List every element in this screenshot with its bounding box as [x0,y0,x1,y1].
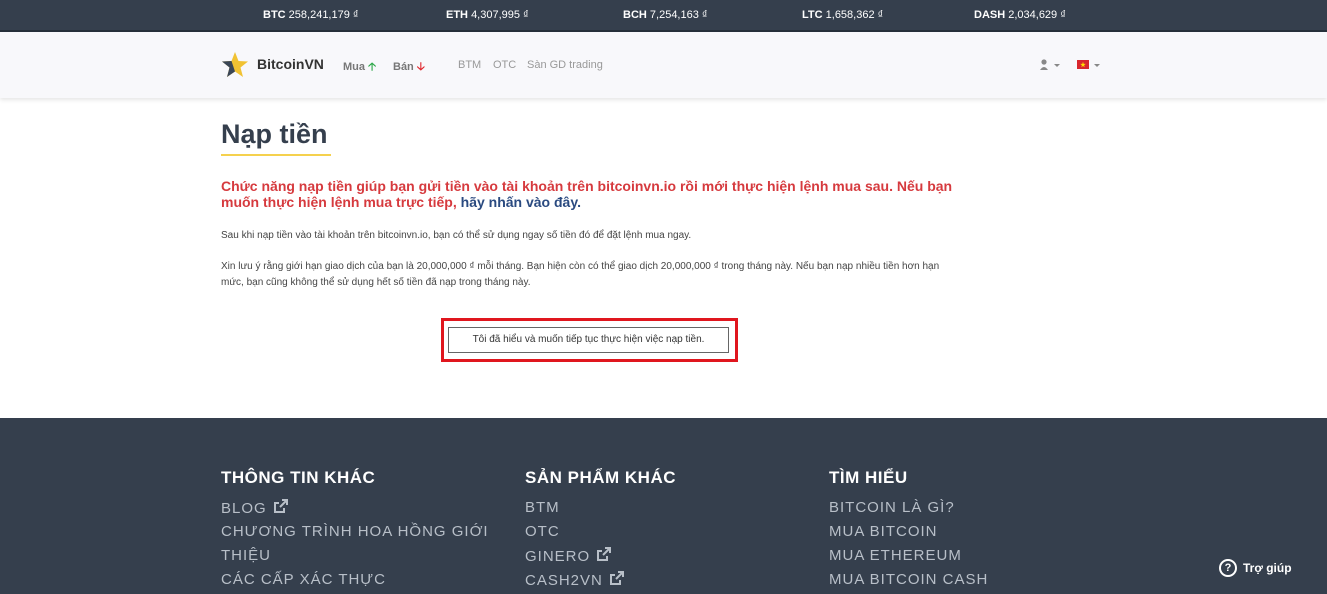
external-link-icon [609,571,624,585]
external-link-icon [273,499,288,513]
intro-notice: Chức năng nạp tiền giúp bạn gửi tiền vào… [221,178,953,210]
footer-link-cash2vn[interactable]: CASH2VN [525,571,624,589]
confirm-deposit-button[interactable]: Tôi đã hiểu và muốn tiếp tục thực hiện v… [448,327,729,353]
deposit-info-text: Sau khi nạp tiền vào tài khoản trên bitc… [221,230,692,241]
footer [0,418,1327,594]
footer-link-commission[interactable]: CHƯƠNG TRÌNH HOA HỒNG GIỚI [221,523,489,540]
ticker-bch: BCH 7,254,163 ₫ [623,9,708,21]
ticker-ltc: LTC 1,658,362 ₫ [802,9,884,21]
footer-link-otc[interactable]: OTC [525,523,560,540]
question-icon: ? [1219,559,1237,577]
arrow-down-icon: 🡣 [416,61,425,73]
user-menu-icon[interactable] [1040,58,1062,72]
nav-btm[interactable]: BTM [458,59,481,71]
price-ticker: BTC 258,241,179 ₫ ETH 4,307,995 ₫ BCH 7,… [0,0,1327,32]
arrow-up-icon: 🡡 [368,61,376,73]
footer-col2-title: SẢN PHẨM KHÁC [525,468,676,487]
ticker-eth: ETH 4,307,995 ₫ [446,9,529,21]
navbar: BitcoinVN Mua 🡡 Bán 🡣 BTM OTC Sàn GD tra… [0,32,1327,98]
external-link-icon [597,547,612,561]
footer-link-verification[interactable]: CÁC CẤP XÁC THỰC [221,571,386,588]
title-underline [221,154,331,156]
footer-link-buy-bitcoin-cash[interactable]: MUA BITCOIN CASH [829,571,988,588]
brand-name[interactable]: BitcoinVN [257,56,324,72]
footer-link-buy-ethereum[interactable]: MUA ETHEREUM [829,547,962,564]
nav-otc[interactable]: OTC [493,59,516,71]
footer-link-blog[interactable]: BLOG [221,499,288,517]
direct-buy-link[interactable]: hãy nhấn vào đây [461,194,577,210]
help-button[interactable]: ? Trợ giúp [1219,558,1292,578]
footer-col3-title: TÌM HIỂU [829,468,908,487]
footer-link-ginero[interactable]: GINERO [525,547,612,565]
nav-sell[interactable]: Bán 🡣 [393,58,425,77]
ticker-btc: BTC 258,241,179 ₫ [263,9,359,21]
nav-trading[interactable]: Sàn GD trading [527,59,603,71]
page-title: Nạp tiền [221,119,328,149]
footer-col1-title: THÔNG TIN KHÁC [221,468,376,487]
footer-link-what-is-bitcoin[interactable]: BITCOIN LÀ GÌ? [829,499,955,516]
ticker-dash: DASH 2,034,629 ₫ [974,9,1066,21]
limit-info-text: Xin lưu ý rằng giới hạn giao dịch của bạ… [221,261,940,288]
logo-star-icon[interactable] [221,51,249,79]
language-flag-icon[interactable] [1077,59,1103,71]
footer-link-btm[interactable]: BTM [525,499,560,516]
footer-link-buy-bitcoin[interactable]: MUA BITCOIN [829,523,938,540]
footer-link-commission-cont[interactable]: THIỆU [221,547,271,564]
nav-buy[interactable]: Mua 🡡 [343,58,376,77]
